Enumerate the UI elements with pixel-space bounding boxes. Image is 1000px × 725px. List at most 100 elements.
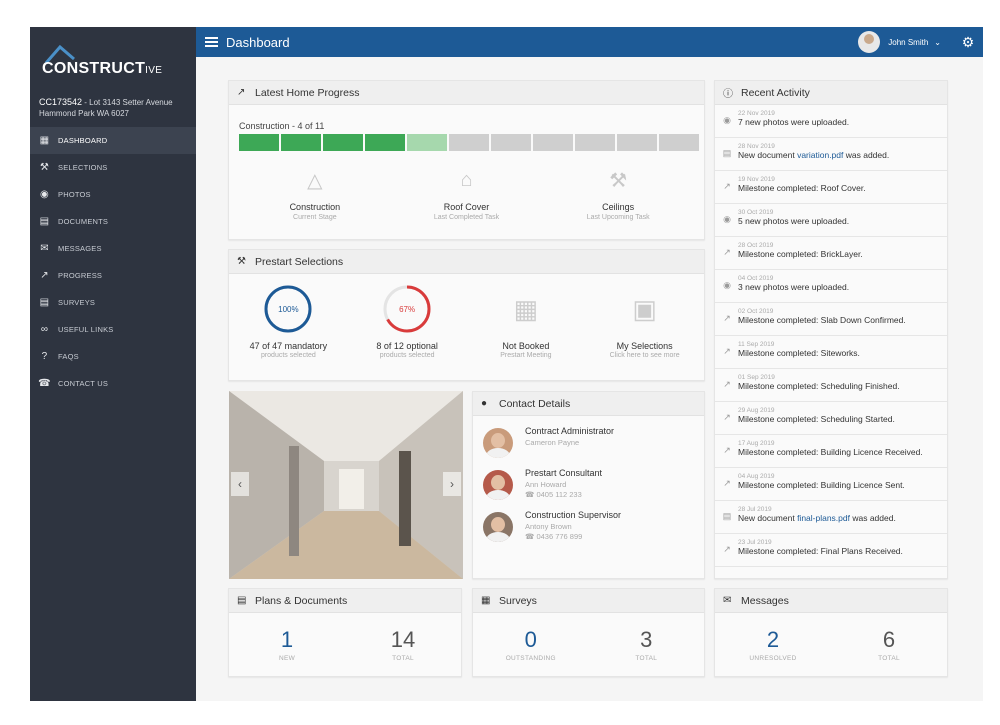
activity-item: ↗ 29 Aug 2019 Milestone completed: Schedul… bbox=[715, 402, 947, 435]
brand-logo[interactable]: CONSTRUCTIVE bbox=[30, 27, 196, 97]
activity-item: ▤ 28 Nov 2019 New document variation.pdf w… bbox=[715, 138, 947, 171]
selection-item[interactable]: 67% 8 of 12 optional products selected bbox=[348, 284, 467, 359]
activity-text: New document bbox=[738, 150, 798, 160]
activity-text-after: was added. bbox=[849, 513, 896, 523]
contact-item[interactable]: Construction Supervisor Antony Brown ☎ 043… bbox=[473, 510, 704, 542]
phone-icon: ☎ bbox=[38, 378, 51, 389]
activity-list: ◉ 22 Nov 2019 7 new photos were uploaded. ▤… bbox=[715, 105, 947, 567]
trend-icon: ↗ bbox=[723, 544, 731, 554]
dashboard-icon: ▦ bbox=[39, 135, 50, 146]
trend-icon: ↗ bbox=[723, 247, 731, 257]
stage-title: Ceilings bbox=[602, 202, 635, 212]
activity-text: 5 new photos were uploaded. bbox=[738, 216, 850, 226]
hamburger-menu-icon[interactable] bbox=[205, 35, 218, 49]
contact-name: Antony Brown bbox=[525, 522, 572, 531]
dashboard-main: ↗ Latest Home Progress Construction - 4 o… bbox=[196, 57, 983, 701]
progress-segment bbox=[281, 134, 321, 151]
selection-item[interactable]: ▦ Not Booked Prestart Meeting bbox=[467, 284, 586, 360]
selection-item[interactable]: ▣ My Selections Click here to see more bbox=[585, 284, 704, 360]
carousel-prev-button[interactable]: ‹ bbox=[231, 472, 249, 496]
trend-icon: ↗ bbox=[723, 412, 731, 422]
plans-documents-card[interactable]: ▤ Plans & Documents 1 NEW 14 TOTAL bbox=[228, 588, 462, 677]
house-icon: ⌂ bbox=[460, 168, 473, 191]
trend-icon: ↗ bbox=[723, 379, 731, 389]
activity-item: ◉ 04 Oct 2019 3 new photos were uploaded. bbox=[715, 270, 947, 303]
sidebar-item-documents[interactable]: ▤ Documents bbox=[30, 208, 196, 235]
progress-segment bbox=[239, 134, 279, 151]
activity-text: Milestone completed: Scheduling Started. bbox=[738, 414, 895, 424]
selection-item[interactable]: 100% 47 of 47 mandatory products selected bbox=[229, 284, 348, 359]
sidebar-item-label: Useful Links bbox=[58, 325, 114, 334]
card-title: Surveys bbox=[499, 594, 537, 607]
stage-subtitle: Last Completed Task bbox=[433, 214, 500, 221]
document-link[interactable]: variation.pdf bbox=[797, 150, 843, 160]
card-title: Recent Activity bbox=[741, 86, 810, 99]
user-name: John Smith bbox=[888, 37, 929, 47]
sidebar-item-label: FAQs bbox=[58, 352, 79, 361]
surveys-card[interactable]: ▦ Surveys 0 OUTSTANDING 3 TOTAL bbox=[472, 588, 705, 677]
trend-icon: ↗ bbox=[723, 313, 731, 323]
sidebar-item-useful-links[interactable]: ∞ Useful Links bbox=[30, 316, 196, 343]
document-icon: ▤ bbox=[237, 595, 247, 606]
activity-date: 02 Oct 2019 bbox=[738, 308, 774, 315]
card-title: Plans & Documents bbox=[255, 594, 348, 607]
progress-segment bbox=[617, 134, 657, 151]
stat-value: 14 bbox=[390, 627, 416, 652]
stat-label: UNRESOLVED bbox=[749, 655, 797, 662]
sidebar-item-dashboard[interactable]: ▦ Dashboard bbox=[30, 127, 196, 154]
carousel-next-button[interactable]: › bbox=[443, 472, 461, 496]
contact-item[interactable]: Prestart Consultant Ann Howard ☎ 0405 112 … bbox=[473, 468, 704, 500]
user-menu[interactable]: John Smith ⌄ bbox=[858, 31, 941, 53]
activity-date: 29 Aug 2019 bbox=[738, 407, 775, 414]
selection-title: 8 of 12 optional bbox=[376, 341, 438, 351]
progress-segment bbox=[659, 134, 699, 151]
activity-text: Milestone completed: Slab Down Confirmed… bbox=[738, 315, 906, 325]
sidebar-item-selections[interactable]: ⚒ Selections bbox=[30, 154, 196, 181]
activity-item: ↗ 02 Oct 2019 Milestone completed: Slab Do… bbox=[715, 303, 947, 336]
activity-date: 28 Nov 2019 bbox=[738, 143, 775, 150]
sidebar-item-photos[interactable]: ◉ Photos bbox=[30, 181, 196, 208]
photo-carousel[interactable]: ‹ › bbox=[229, 391, 463, 579]
activity-text: Milestone completed: BrickLayer. bbox=[738, 249, 863, 259]
gear-icon[interactable]: ⚙ bbox=[953, 34, 983, 51]
top-bar: Dashboard John Smith ⌄ ⚙ bbox=[196, 27, 983, 57]
job-address-line2: Hammond Park WA 6027 bbox=[39, 109, 129, 118]
selection-title: Not Booked bbox=[502, 341, 550, 351]
sidebar-item-surveys[interactable]: ▤ Surveys bbox=[30, 289, 196, 316]
sidebar-item-progress[interactable]: ↗ Progress bbox=[30, 262, 196, 289]
activity-text: New document bbox=[738, 513, 798, 523]
contact-phone[interactable]: ☎ 0405 112 233 bbox=[525, 490, 602, 499]
progress-stage: ⚒ Ceilings Last Upcoming Task bbox=[542, 166, 694, 222]
progress-segment bbox=[365, 134, 405, 151]
activity-date: 04 Aug 2019 bbox=[738, 473, 775, 480]
sidebar-item-contact-us[interactable]: ☎ Contact Us bbox=[30, 370, 196, 397]
phone-icon: ☎ bbox=[525, 490, 537, 499]
progress-segment bbox=[449, 134, 489, 151]
stage-title: Roof Cover bbox=[443, 202, 490, 212]
sidebar-item-faqs[interactable]: ? FAQs bbox=[30, 343, 196, 370]
activity-item: ↗ 28 Oct 2019 Milestone completed: BrickLa… bbox=[715, 237, 947, 270]
stat-outstanding: 0 OUTSTANDING bbox=[473, 627, 589, 662]
prestart-selections-card: ⚒ Prestart Selections 100% 47 of 47 mandat… bbox=[228, 249, 705, 381]
card-title: Latest Home Progress bbox=[255, 86, 360, 99]
info-icon: ⓘ bbox=[723, 89, 733, 100]
document-icon: ▤ bbox=[722, 148, 732, 158]
sidebar-item-messages[interactable]: ✉ Messages bbox=[30, 235, 196, 262]
activity-date: 22 Nov 2019 bbox=[738, 110, 775, 117]
messages-card[interactable]: ✉ Messages 2 UNRESOLVED 6 TOTAL bbox=[714, 588, 948, 677]
activity-text: 3 new photos were uploaded. bbox=[738, 282, 850, 292]
activity-item: ↗ 19 Nov 2019 Milestone completed: Roof Co… bbox=[715, 171, 947, 204]
contact-item[interactable]: Contract Administrator Cameron Payne bbox=[473, 426, 704, 458]
document-link[interactable]: final-plans.pdf bbox=[797, 513, 850, 523]
activity-text: Milestone completed: Final Plans Receive… bbox=[738, 546, 903, 556]
recent-activity-card: ⓘ Recent Activity ◉ 22 Nov 2019 7 new photo… bbox=[714, 80, 948, 579]
selection-subtitle: products selected bbox=[260, 352, 316, 359]
progress-segment bbox=[323, 134, 363, 151]
activity-date: 19 Nov 2019 bbox=[738, 176, 775, 183]
activity-item: ↗ 04 Aug 2019 Milestone completed: Buildin… bbox=[715, 468, 947, 501]
activity-date: 30 Oct 2019 bbox=[738, 209, 774, 216]
contact-phone[interactable]: ☎ 0436 776 899 bbox=[525, 532, 621, 541]
progress-segment bbox=[491, 134, 531, 151]
contact-list: Contract Administrator Cameron Payne Prest… bbox=[473, 426, 704, 542]
stat-value: 6 bbox=[882, 627, 896, 652]
